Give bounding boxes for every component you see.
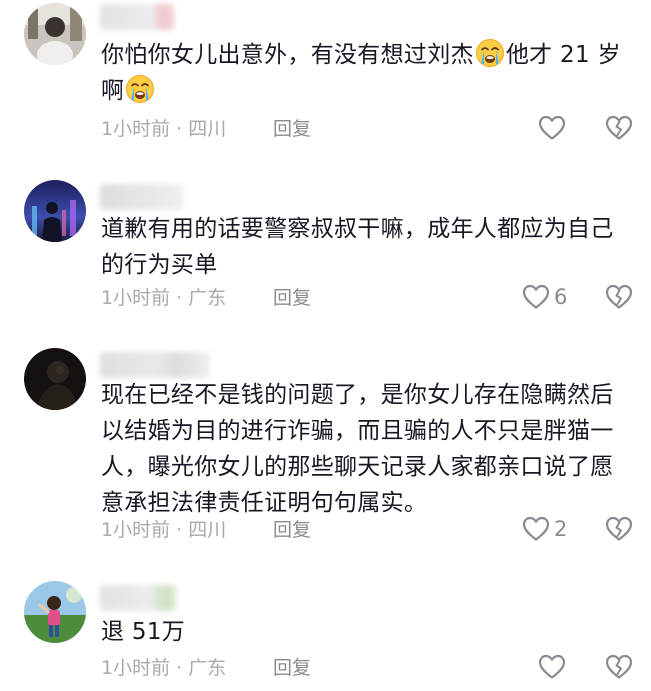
avatar-image — [24, 3, 86, 65]
reply-button[interactable]: 回复 — [273, 117, 311, 141]
avatar[interactable] — [24, 348, 86, 410]
crying-face-icon — [475, 39, 504, 67]
comment-text: 道歉有用的话要警察叔叔干嘛，成年人都应为自己的行为买单 — [101, 216, 614, 278]
avatar[interactable] — [24, 3, 86, 65]
avatar[interactable] — [24, 581, 86, 643]
like-count: 2 — [554, 517, 568, 541]
comment-meta: 1小时前 · 广东 — [101, 657, 227, 679]
comment-item: 现在已经不是钱的问题了，是你女儿存在隐瞒然后以结婚为目的进行诈骗，而且骗的人不只… — [0, 340, 651, 560]
username[interactable] — [100, 184, 184, 210]
dislike-button[interactable] — [605, 115, 633, 145]
comment-text: 退 51万 — [101, 619, 186, 645]
broken-heart-icon — [605, 654, 633, 679]
avatar[interactable] — [24, 180, 86, 242]
avatar-image — [24, 581, 86, 643]
like-count: 6 — [554, 285, 568, 309]
comment-text: 你怕你女儿出意外，有没有想过刘杰 他才 21 岁啊 — [101, 37, 636, 109]
comment-item: 你怕你女儿出意外，有没有想过刘杰 他才 21 岁啊 1小时前 · 四川 回复 — [0, 0, 651, 150]
like-button[interactable] — [538, 115, 570, 141]
like-button[interactable]: 2 — [522, 516, 567, 542]
comment-item: 道歉有用的话要警察叔叔干嘛，成年人都应为自己的行为买单 1小时前 · 广东 回复… — [0, 170, 651, 320]
username[interactable] — [100, 585, 176, 611]
like-button[interactable]: 6 — [522, 284, 567, 310]
comment-item: 退 51万 1小时前 · 广东 回复 — [0, 575, 651, 691]
heart-icon — [538, 654, 566, 679]
crying-face-icon — [126, 75, 155, 103]
username[interactable] — [100, 352, 210, 378]
dislike-button[interactable] — [605, 284, 633, 314]
reply-button[interactable]: 回复 — [273, 518, 311, 542]
username[interactable] — [100, 4, 174, 30]
broken-heart-icon — [605, 516, 633, 541]
dislike-button[interactable] — [605, 516, 633, 546]
comment-meta: 1小时前 · 四川 — [101, 118, 227, 140]
broken-heart-icon — [605, 115, 633, 140]
reply-button[interactable]: 回复 — [273, 656, 311, 680]
avatar-image — [24, 180, 86, 242]
heart-icon — [522, 284, 550, 309]
comment-meta: 1小时前 · 广东 — [101, 287, 227, 309]
avatar-image — [24, 348, 86, 410]
comment-text-part: 你怕你女儿出意外，有没有想过刘杰 — [101, 42, 474, 68]
heart-icon — [538, 115, 566, 140]
like-button[interactable] — [538, 654, 570, 680]
broken-heart-icon — [605, 284, 633, 309]
dislike-button[interactable] — [605, 654, 633, 684]
reply-button[interactable]: 回复 — [273, 286, 311, 310]
comment-meta: 1小时前 · 四川 — [101, 519, 227, 541]
comment-text: 现在已经不是钱的问题了，是你女儿存在隐瞒然后以结婚为目的进行诈骗，而且骗的人不只… — [101, 382, 614, 516]
heart-icon — [522, 516, 550, 541]
